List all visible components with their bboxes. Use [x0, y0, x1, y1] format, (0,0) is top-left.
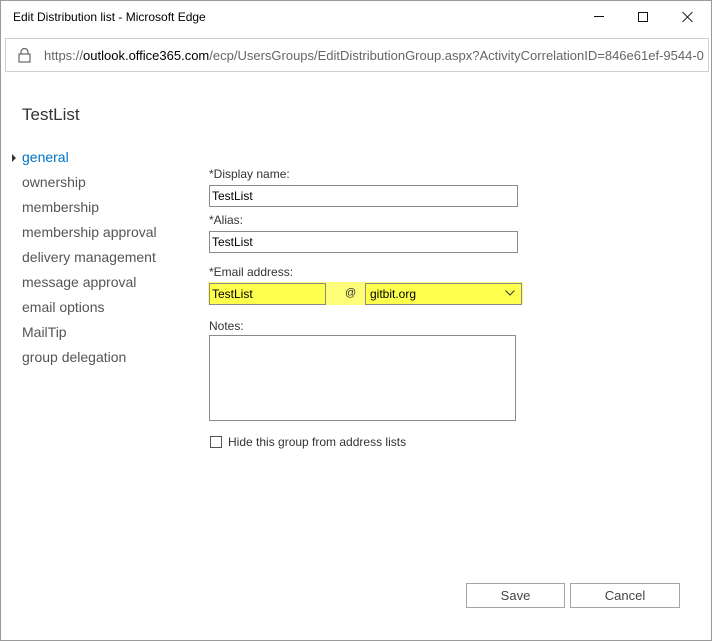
- at-symbol: @: [345, 287, 357, 299]
- title-bar: Edit Distribution list - Microsoft Edge: [1, 1, 711, 32]
- lock-icon: [18, 48, 31, 63]
- caret-right-icon: [12, 154, 16, 162]
- email-local-field[interactable]: TestList: [209, 283, 326, 305]
- nav-item-message-approval[interactable]: message approval: [22, 274, 136, 290]
- url-path: /ecp/UsersGroups/EditDistributionGroup.a…: [209, 48, 704, 63]
- display-name-label: *Display name:: [209, 167, 290, 181]
- nav-item-group-delegation[interactable]: group delegation: [22, 349, 126, 365]
- email-address-label: *Email address:: [209, 265, 294, 279]
- nav-item-membership-approval[interactable]: membership approval: [22, 224, 157, 240]
- alias-label: *Alias:: [209, 213, 244, 227]
- notes-textarea[interactable]: [209, 335, 516, 421]
- close-button[interactable]: [665, 1, 711, 32]
- save-button[interactable]: Save: [466, 583, 565, 608]
- alias-field[interactable]: TestList: [209, 231, 518, 253]
- window-title: Edit Distribution list - Microsoft Edge: [13, 10, 206, 24]
- cancel-button[interactable]: Cancel: [570, 583, 680, 608]
- page-title: TestList: [22, 105, 80, 124]
- minimize-button[interactable]: [576, 1, 622, 32]
- nav-item-general[interactable]: general: [22, 149, 69, 165]
- display-name-field[interactable]: TestList: [209, 185, 518, 207]
- nav-item-ownership[interactable]: ownership: [22, 174, 86, 190]
- url-text[interactable]: https://outlook.office365.com/ecp/UsersG…: [44, 48, 706, 63]
- address-bar[interactable]: https://outlook.office365.com/ecp/UsersG…: [5, 38, 709, 72]
- nav-item-delivery-management[interactable]: delivery management: [22, 249, 156, 265]
- minimize-icon: [594, 16, 604, 17]
- browser-window: Edit Distribution list - Microsoft Edge …: [0, 0, 712, 641]
- maximize-button[interactable]: [620, 1, 666, 32]
- url-prefix: https://: [44, 48, 84, 63]
- close-icon: [682, 11, 694, 23]
- hide-from-address-lists-checkbox[interactable]: [210, 436, 222, 448]
- nav-item-email-options[interactable]: email options: [22, 299, 105, 315]
- url-host: outlook.office365.com: [83, 48, 210, 63]
- email-domain-value: gitbit.org: [370, 287, 417, 301]
- maximize-icon: [638, 11, 648, 22]
- nav-item-mailtip[interactable]: MailTip: [22, 324, 67, 340]
- nav-item-membership[interactable]: membership: [22, 199, 99, 215]
- chevron-down-icon: [505, 290, 515, 296]
- hide-from-address-lists-label[interactable]: Hide this group from address lists: [228, 435, 406, 449]
- notes-label: Notes:: [209, 319, 244, 333]
- email-domain-select[interactable]: gitbit.org: [365, 283, 522, 305]
